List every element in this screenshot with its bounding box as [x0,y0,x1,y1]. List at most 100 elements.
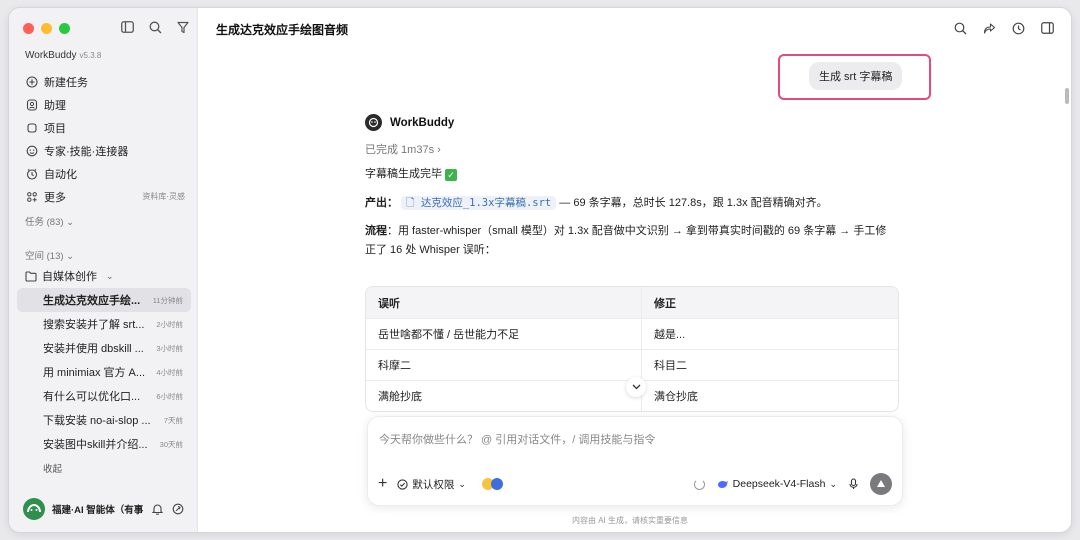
file-icon: 🗋 [406,197,415,209]
settings-icon[interactable] [171,502,185,516]
send-button[interactable] [870,473,892,495]
panel-toggle-icon[interactable] [1039,20,1055,36]
loading-spinner-icon [693,478,705,490]
microphone-icon[interactable] [849,478,858,490]
sidebar-item-label: 专家·技能·连接器 [44,145,129,158]
space-section-label[interactable]: 空间 (13) ⌄ [25,248,74,262]
more-extra-label[interactable]: 资料库·灵感 [142,191,185,202]
ai-disclaimer: 内容由 AI 生成，请核实重要信息 [572,516,689,525]
task-item[interactable]: 生成达克效应手绘... 11分钟前 [17,288,191,312]
task-time: 6小时前 [156,391,183,401]
sidebar-item-automation[interactable]: 自动化 [17,162,191,185]
output-label: 产出 [365,197,387,209]
table-cell: 满仓抄底 [654,391,698,403]
message-line-done: 字幕稿生成完毕 ✓ [365,165,895,184]
search-icon[interactable] [952,20,968,36]
sidebar-item-label: 自动化 [44,168,77,181]
avatar [23,498,45,520]
chevron-down-icon: ⌄ [106,270,114,281]
sidebar-toolbar [119,19,191,35]
task-time: 3小时前 [156,343,183,353]
filter-icon[interactable] [175,19,191,35]
done-text: 字幕稿生成完毕 [365,168,442,180]
minimize-window-button[interactable] [41,23,52,34]
user-message: 生成 srt 字幕稿 [809,62,903,90]
task-item[interactable]: 安装图中skill并介绍... 30天前 [17,432,191,456]
table-row: 岳世啥都不懂 / 岳世能力不足 越是... [366,318,898,349]
table-cell: 越是... [654,329,686,341]
table-header: 误听 [366,287,642,318]
composer-right: Deepseek-V4-Flash ⌄ [693,473,892,495]
user-profile[interactable]: 福建·AI 智能体（有事 [23,498,185,520]
chat-input[interactable]: 今天帮你做些什么？ @ 引用对话文件，/ 调用技能与指令 [379,431,655,447]
share-icon[interactable] [981,20,997,36]
sidebar-item-more[interactable]: 更多 资料库·灵感 [17,185,191,208]
app-name: WorkBuddy v5.3.8 [25,50,102,61]
folder-icon [25,270,37,282]
close-window-button[interactable] [23,23,34,34]
folder-self-media[interactable]: 自媒体创作 ⌄ [25,268,114,284]
chevron-down-icon: ⌄ [458,478,466,489]
sidebar-nav: 新建任务 助理 项目 专家·技能·连接器 自动化 更多 资料库·灵感 [17,70,191,208]
arrow-up-icon [877,480,885,487]
composer-toolbar: + 默认权限 ⌄ Deepseek-V4-Flash ⌄ [378,473,892,495]
output-details: — 69 条字幕，总时长 127.8s，跟 1.3x 配音精确对齐。 [556,197,828,209]
file-name: 达克效应_1.3x字幕稿.srt [420,197,552,209]
app-version: v5.3.8 [79,51,102,60]
table-cell: 科摩二 [366,350,642,380]
table-header-row: 误听 修正 [366,287,898,318]
assistant-avatar [365,114,382,131]
bell-icon[interactable] [150,502,164,516]
chat-composer[interactable]: 今天帮你做些什么？ @ 引用对话文件，/ 调用技能与指令 + 默认权限 ⌄ De [367,416,903,506]
assistant-header: WorkBuddy [365,114,454,131]
model-selector[interactable]: Deepseek-V4-Flash ⌄ [717,478,837,490]
sidebar-item-experts[interactable]: 专家·技能·连接器 [17,139,191,162]
table-row: 科摩二 科目二 [366,349,898,380]
task-time: 2小时前 [156,319,183,329]
task-item[interactable]: 安装并使用 dbskill ... 3小时前 [17,336,191,360]
sidebar-item-project[interactable]: 项目 [17,116,191,139]
sidebar-item-label: 新建任务 [44,76,88,89]
task-time: 7天前 [163,415,183,425]
tasks-section-label[interactable]: 任务 (83) ⌄ [25,214,74,228]
chevron-down-icon [632,384,640,390]
history-icon[interactable] [1010,20,1026,36]
expert-icon [25,144,39,158]
sidebar-item-label: 助理 [44,99,66,112]
completion-status[interactable]: 已完成 1m37s › [365,141,441,157]
grid-icon [25,190,39,204]
table-header: 修正 [654,297,676,310]
task-item[interactable]: 下载安装 no-ai-slop ... 7天前 [17,408,191,432]
permission-label: 默认权限 [412,478,455,491]
assistant-name: WorkBuddy [390,116,455,129]
file-link[interactable]: 🗋 达克效应_1.3x字幕稿.srt [401,196,557,210]
sidebar-item-new-task[interactable]: 新建任务 [17,70,191,93]
sidebar-item-label: 更多 [44,191,66,204]
table-cell: 科目二 [654,360,687,372]
scroll-down-button[interactable] [626,377,646,397]
task-item[interactable]: 用 minimiax 官方 A... 4小时前 [17,360,191,384]
task-time: 4小时前 [156,367,183,377]
task-item[interactable]: 搜索安装并了解 srt... 2小时前 [17,312,191,336]
sidebar-item-assistant[interactable]: 助理 [17,93,191,116]
scrollbar[interactable] [1065,88,1069,104]
model-label: Deepseek-V4-Flash [732,478,826,490]
add-attachment-button[interactable]: + [378,475,387,493]
message-line-process: 流程：用 faster-whisper（small 模型）对 1.3x 配音做中… [365,222,895,260]
table-cell: 岳世啥都不懂 / 岳世能力不足 [366,319,642,349]
project-icon [25,121,39,135]
app-window: WorkBuddy v5.3.8 新建任务 助理 项目 专家·技能·连接器 自动化 [8,7,1072,533]
permission-selector[interactable]: 默认权限 ⌄ [397,477,466,492]
model-badges[interactable] [481,478,503,490]
task-item[interactable]: 有什么可以优化口... 6小时前 [17,384,191,408]
sidebar-item-label: 项目 [44,122,66,135]
header-toolbar [952,20,1055,36]
check-icon: ✓ [445,169,458,181]
maximize-window-button[interactable] [59,23,70,34]
collapse-button[interactable]: 收起 [43,461,62,475]
sidebar: WorkBuddy v5.3.8 新建任务 助理 项目 专家·技能·连接器 自动化 [9,8,198,532]
process-text: ：用 faster-whisper（small 模型）对 1.3x 配音做中文识… [365,225,887,256]
task-time: 11分钟前 [152,295,183,305]
sidebar-toggle-icon[interactable] [119,19,135,35]
search-icon[interactable] [147,19,163,35]
